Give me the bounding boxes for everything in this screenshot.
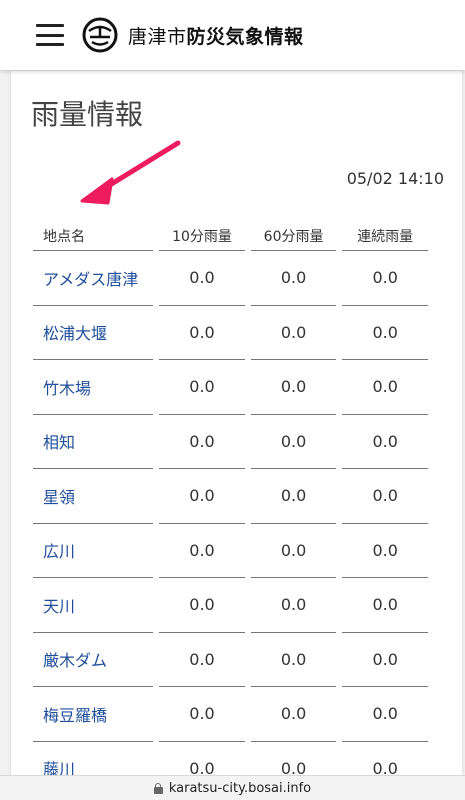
location-cell: 厳木ダム bbox=[33, 633, 154, 687]
table-row: 梅豆羅橋 0.0 0.0 0.0 bbox=[33, 687, 428, 742]
rain-60min-cell: 0.0 bbox=[250, 524, 337, 578]
location-link[interactable]: 天川 bbox=[43, 597, 75, 616]
location-cell: 広川 bbox=[33, 524, 154, 578]
hamburger-menu-icon[interactable] bbox=[36, 24, 64, 46]
rain-continuous-cell: 0.0 bbox=[342, 415, 428, 469]
rain-continuous-cell: 0.0 bbox=[342, 360, 428, 415]
table-row: 天川 0.0 0.0 0.0 bbox=[33, 578, 428, 633]
location-link[interactable]: 相知 bbox=[43, 433, 75, 452]
table-row: アメダス唐津 0.0 0.0 0.0 bbox=[33, 251, 428, 306]
table-row: 星領 0.0 0.0 0.0 bbox=[33, 469, 428, 524]
karatsu-city-emblem-icon[interactable] bbox=[82, 17, 118, 53]
rain-10min-cell: 0.0 bbox=[159, 524, 245, 578]
table-row: 竹木場 0.0 0.0 0.0 bbox=[33, 360, 428, 415]
table-row: 松浦大堰 0.0 0.0 0.0 bbox=[33, 306, 428, 360]
rain-60min-cell: 0.0 bbox=[250, 306, 337, 360]
rain-continuous-cell: 0.0 bbox=[342, 578, 428, 633]
rain-10min-cell: 0.0 bbox=[159, 578, 245, 633]
rain-60min-cell: 0.0 bbox=[250, 633, 337, 687]
rainfall-card: 雨量情報 05/02 14:10 地点名 10分雨量 60分雨量 連続雨量 アメ… bbox=[10, 70, 463, 800]
rain-continuous-cell: 0.0 bbox=[342, 306, 428, 360]
rain-continuous-cell: 0.0 bbox=[342, 524, 428, 578]
rain-10min-cell: 0.0 bbox=[159, 415, 245, 469]
rain-10min-cell: 0.0 bbox=[159, 633, 245, 687]
rain-60min-cell: 0.0 bbox=[250, 578, 337, 633]
site-title[interactable]: 唐津市防災気象情報 bbox=[128, 22, 304, 49]
rainfall-table: 地点名 10分雨量 60分雨量 連続雨量 アメダス唐津 0.0 0.0 0.0 … bbox=[27, 221, 434, 796]
rain-60min-cell: 0.0 bbox=[250, 251, 337, 306]
rain-10min-cell: 0.0 bbox=[159, 687, 245, 742]
site-title-city: 唐津市 bbox=[128, 25, 187, 48]
column-header-location: 地点名 bbox=[33, 221, 154, 251]
location-cell: 松浦大堰 bbox=[33, 306, 154, 360]
location-link[interactable]: 竹木場 bbox=[43, 379, 91, 398]
location-cell: 梅豆羅橋 bbox=[33, 687, 154, 742]
location-cell: アメダス唐津 bbox=[33, 251, 154, 306]
location-link[interactable]: 広川 bbox=[43, 542, 75, 561]
lock-icon bbox=[153, 782, 163, 794]
table-row: 相知 0.0 0.0 0.0 bbox=[33, 415, 428, 469]
rain-60min-cell: 0.0 bbox=[250, 687, 337, 742]
table-row: 厳木ダム 0.0 0.0 0.0 bbox=[33, 633, 428, 687]
rain-60min-cell: 0.0 bbox=[250, 415, 337, 469]
app-header: 唐津市防災気象情報 bbox=[0, 0, 465, 70]
location-link[interactable]: アメダス唐津 bbox=[43, 270, 138, 289]
observation-timestamp: 05/02 14:10 bbox=[346, 169, 444, 188]
location-link[interactable]: 厳木ダム bbox=[43, 651, 107, 670]
location-link[interactable]: 梅豆羅橋 bbox=[43, 706, 107, 725]
rain-10min-cell: 0.0 bbox=[159, 251, 245, 306]
rain-continuous-cell: 0.0 bbox=[342, 251, 428, 306]
browser-url-text: karatsu-city.bosai.info bbox=[168, 780, 312, 796]
location-cell: 相知 bbox=[33, 415, 154, 469]
rain-continuous-cell: 0.0 bbox=[342, 687, 428, 742]
location-link[interactable]: 星領 bbox=[43, 488, 75, 507]
rain-10min-cell: 0.0 bbox=[159, 469, 245, 524]
rain-continuous-cell: 0.0 bbox=[342, 469, 428, 524]
location-cell: 天川 bbox=[33, 578, 154, 633]
location-link[interactable]: 松浦大堰 bbox=[43, 324, 107, 343]
location-cell: 竹木場 bbox=[33, 360, 154, 415]
rain-10min-cell: 0.0 bbox=[159, 360, 245, 415]
column-header-continuous: 連続雨量 bbox=[342, 221, 428, 251]
table-row: 広川 0.0 0.0 0.0 bbox=[33, 524, 428, 578]
site-title-main: 防災気象情報 bbox=[186, 25, 304, 48]
rain-10min-cell: 0.0 bbox=[159, 306, 245, 360]
rain-60min-cell: 0.0 bbox=[250, 360, 337, 415]
column-header-10min: 10分雨量 bbox=[159, 221, 245, 251]
location-cell: 星領 bbox=[33, 469, 154, 524]
table-header-row: 地点名 10分雨量 60分雨量 連続雨量 bbox=[33, 221, 428, 251]
browser-url-bar[interactable]: karatsu-city.bosai.info bbox=[0, 775, 465, 800]
rain-continuous-cell: 0.0 bbox=[342, 633, 428, 687]
column-header-60min: 60分雨量 bbox=[250, 221, 337, 251]
page-title: 雨量情報 bbox=[31, 98, 144, 131]
rain-60min-cell: 0.0 bbox=[250, 469, 337, 524]
